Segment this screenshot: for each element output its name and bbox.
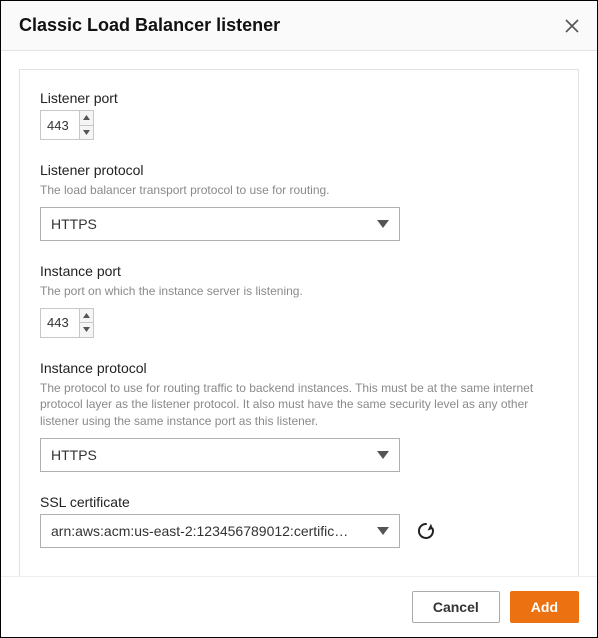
field-listener-protocol: Listener protocol The load balancer tran… (40, 162, 558, 241)
field-instance-protocol: Instance protocol The protocol to use fo… (40, 360, 558, 472)
ssl-certificate-value: arn:aws:acm:us-east-2:123456789012:certi… (51, 523, 348, 539)
listener-protocol-select[interactable]: HTTPS (40, 207, 400, 241)
chevron-down-icon (377, 215, 389, 233)
dialog: Classic Load Balancer listener Listener … (0, 0, 598, 638)
ssl-certificate-label: SSL certificate (40, 494, 558, 510)
listener-port-label: Listener port (40, 90, 558, 106)
field-listener-port: Listener port (40, 90, 558, 140)
ssl-certificate-select[interactable]: arn:aws:acm:us-east-2:123456789012:certi… (40, 514, 400, 548)
dialog-title: Classic Load Balancer listener (19, 15, 280, 36)
stepper-down-icon[interactable] (80, 323, 93, 337)
stepper-down-icon[interactable] (80, 126, 93, 140)
add-button[interactable]: Add (510, 591, 579, 623)
dialog-footer: Cancel Add (1, 576, 597, 637)
refresh-icon[interactable] (416, 521, 436, 541)
instance-port-stepper-controls (79, 309, 93, 337)
listener-port-stepper-controls (79, 111, 93, 139)
instance-port-input[interactable] (41, 309, 79, 337)
field-ssl-certificate: SSL certificate arn:aws:acm:us-east-2:12… (40, 494, 558, 548)
ssl-certificate-row: arn:aws:acm:us-east-2:123456789012:certi… (40, 514, 558, 548)
close-icon[interactable] (565, 19, 579, 33)
form-panel: Listener port Listener protocol The (19, 69, 579, 576)
chevron-down-icon (377, 522, 389, 540)
field-instance-port: Instance port The port on which the inst… (40, 263, 558, 338)
cancel-button[interactable]: Cancel (412, 591, 500, 623)
instance-port-stepper (40, 308, 94, 338)
stepper-up-icon[interactable] (80, 309, 93, 324)
stepper-up-icon[interactable] (80, 111, 93, 126)
instance-protocol-label: Instance protocol (40, 360, 558, 376)
instance-protocol-help: The protocol to use for routing traffic … (40, 380, 558, 430)
listener-protocol-help: The load balancer transport protocol to … (40, 182, 558, 199)
chevron-down-icon (377, 446, 389, 464)
listener-port-stepper (40, 110, 94, 140)
instance-port-help: The port on which the instance server is… (40, 283, 558, 300)
dialog-header: Classic Load Balancer listener (1, 1, 597, 51)
instance-protocol-select[interactable]: HTTPS (40, 438, 400, 472)
listener-protocol-value: HTTPS (51, 216, 97, 232)
instance-port-label: Instance port (40, 263, 558, 279)
listener-port-input[interactable] (41, 111, 79, 139)
dialog-body: Listener port Listener protocol The (1, 51, 597, 576)
instance-protocol-value: HTTPS (51, 447, 97, 463)
listener-protocol-label: Listener protocol (40, 162, 558, 178)
